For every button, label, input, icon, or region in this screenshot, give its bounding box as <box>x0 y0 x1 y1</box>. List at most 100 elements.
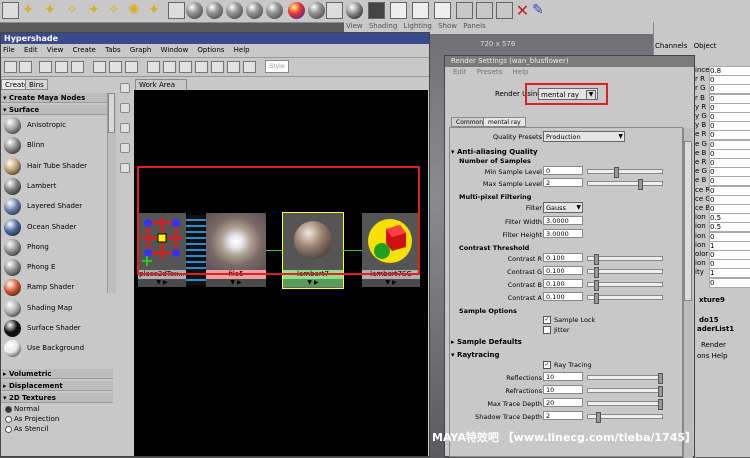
rs-menu-presets[interactable]: Presets <box>477 68 502 76</box>
surface-node-item[interactable]: Lambert <box>3 177 111 196</box>
surface-node-item[interactable]: Phong <box>3 238 111 257</box>
shelf-icon[interactable] <box>496 2 513 19</box>
viewport-menu-panels[interactable]: Panels <box>463 22 486 30</box>
grid-shelf-icon[interactable] <box>326 2 343 19</box>
surface-node-item[interactable]: Ocean Shader <box>3 218 111 237</box>
refractions-slider[interactable] <box>587 386 663 397</box>
filter-height-field[interactable]: 3.0000 <box>543 229 583 238</box>
tab-bins[interactable]: Bins <box>25 79 48 90</box>
surface-node-item[interactable]: Use Background <box>3 339 111 358</box>
tab-icon[interactable] <box>227 61 240 73</box>
contrast-b-slider[interactable] <box>587 280 663 291</box>
graph-icon[interactable] <box>71 61 84 73</box>
clapper-icon[interactable] <box>390 2 407 19</box>
ray-tracing-checkbox[interactable]: ✓ Ray Tracing <box>543 361 592 369</box>
max-trace-depth-slider[interactable] <box>587 399 663 410</box>
object-menu[interactable]: Object <box>694 42 717 50</box>
shader-sphere-icon[interactable] <box>346 2 363 19</box>
blank-shelf-icon[interactable] <box>168 2 185 19</box>
clapper-icon[interactable] <box>434 2 451 19</box>
contrast-g-slider[interactable] <box>587 267 663 278</box>
filter-dropdown[interactable]: Gauss ▼ <box>543 202 583 213</box>
tab-mental-ray[interactable]: mental ray <box>483 117 526 127</box>
shader-sphere-icon[interactable] <box>206 2 223 19</box>
reflections-slider[interactable] <box>587 373 663 384</box>
menu-file[interactable]: File <box>3 46 15 54</box>
max-sample-slider[interactable] <box>587 179 663 190</box>
surface-node-item[interactable]: Anisotropic <box>3 116 111 135</box>
quality-presets-dropdown[interactable]: Production ▼ <box>543 131 625 142</box>
menu-window[interactable]: Window <box>161 46 189 54</box>
layout-icon[interactable] <box>109 61 122 73</box>
menu-options[interactable]: Options <box>197 46 224 54</box>
texture-mode-projection[interactable]: As Projection <box>5 415 59 423</box>
surface-node-item[interactable]: Phong E <box>3 258 111 277</box>
tab-icon[interactable] <box>211 61 224 73</box>
render-view-icon[interactable] <box>368 2 385 19</box>
render-layer-tab[interactable]: Render <box>701 341 726 349</box>
surface-node-item[interactable]: Surface Shader <box>3 319 111 338</box>
sparkle-tool-icon[interactable]: ✦ <box>22 2 39 19</box>
max-sample-field[interactable]: 2 <box>543 178 583 187</box>
close-cross-icon[interactable]: ✕ <box>514 2 531 19</box>
shadow-trace-depth-slider[interactable] <box>587 412 663 423</box>
side-button[interactable] <box>120 123 130 133</box>
viewport-menu-show[interactable]: Show <box>438 22 457 30</box>
render-settings-scroll-thumb[interactable] <box>684 141 692 301</box>
side-button[interactable] <box>120 103 130 113</box>
min-sample-slider[interactable] <box>587 167 663 178</box>
shader-sphere-icon[interactable] <box>246 2 263 19</box>
contrast-r-slider[interactable] <box>587 254 663 265</box>
viewport-menu-view[interactable]: View <box>346 22 363 30</box>
tab-icon[interactable] <box>179 61 192 73</box>
menu-graph[interactable]: Graph <box>130 46 151 54</box>
reflections-field[interactable]: 10 <box>543 372 583 381</box>
work-area-tab[interactable]: Work Area <box>135 79 187 90</box>
refractions-field[interactable]: 10 <box>543 385 583 394</box>
shader-sphere-icon[interactable] <box>226 2 243 19</box>
texture-mode-stencil[interactable]: As Stencil <box>5 425 48 433</box>
select-tool-icon[interactable] <box>2 2 19 19</box>
shader-sphere-icon[interactable] <box>266 2 283 19</box>
shader-sphere-icon[interactable] <box>186 2 203 19</box>
sparkle-tool-icon[interactable]: ✧ <box>108 2 125 19</box>
tab-icon[interactable] <box>243 61 256 73</box>
2d-textures-section-header[interactable]: ▾ 2D Textures <box>1 393 113 403</box>
menu-view[interactable]: View <box>47 46 64 54</box>
surface-node-item[interactable]: Hair Tube Shader <box>3 157 111 176</box>
create-maya-nodes-header[interactable]: ▾ Create Maya Nodes <box>1 93 113 103</box>
side-button[interactable] <box>120 143 130 153</box>
hypershade-search-input[interactable]: Style <box>265 60 289 73</box>
shadow-trace-depth-field[interactable]: 2 <box>543 411 583 420</box>
sun-tool-icon[interactable]: ✺ <box>128 2 145 19</box>
ramp-sphere-icon[interactable] <box>288 2 305 19</box>
menu-edit[interactable]: Edit <box>24 46 38 54</box>
displacement-section-header[interactable]: ▸ Displacement <box>1 381 113 391</box>
max-trace-depth-field[interactable]: 20 <box>543 398 583 407</box>
surface-node-item[interactable]: Blinn <box>3 136 111 155</box>
menu-help[interactable]: Help <box>234 46 250 54</box>
rs-menu-edit[interactable]: Edit <box>453 68 467 76</box>
rs-menu-help[interactable]: Help <box>513 68 529 76</box>
surface-node-item[interactable]: Shading Map <box>3 299 111 318</box>
viewport-menu-lighting[interactable]: Lighting <box>404 22 432 30</box>
volumetric-section-header[interactable]: ▸ Volumetric <box>1 369 113 379</box>
contrast-a-field[interactable]: 0.100 <box>543 292 583 301</box>
back-arrow-icon[interactable] <box>4 61 17 73</box>
sparkle-tool-icon[interactable]: ✦ <box>148 2 165 19</box>
surface-section-header[interactable]: ▾ Surface <box>1 105 113 115</box>
shelf-icon[interactable] <box>456 2 473 19</box>
shader-sphere-icon[interactable] <box>308 2 325 19</box>
brush-tool-icon[interactable]: ✦ <box>88 2 105 19</box>
raytracing-header[interactable]: ▾ Raytracing <box>451 350 681 360</box>
filter-width-field[interactable]: 3.0000 <box>543 216 583 225</box>
menu-tabs[interactable]: Tabs <box>105 46 121 54</box>
jitter-checkbox[interactable]: Jitter <box>543 326 570 334</box>
tab-icon[interactable] <box>147 61 160 73</box>
surface-node-item[interactable]: Ramp Shader <box>3 278 111 297</box>
layer-menu[interactable]: ons Help <box>697 352 728 360</box>
tab-icon[interactable] <box>195 61 208 73</box>
layout-icon[interactable] <box>93 61 106 73</box>
create-panel-scroll-thumb[interactable] <box>108 93 115 133</box>
lasso-tool-icon[interactable]: ✧ <box>66 2 83 19</box>
